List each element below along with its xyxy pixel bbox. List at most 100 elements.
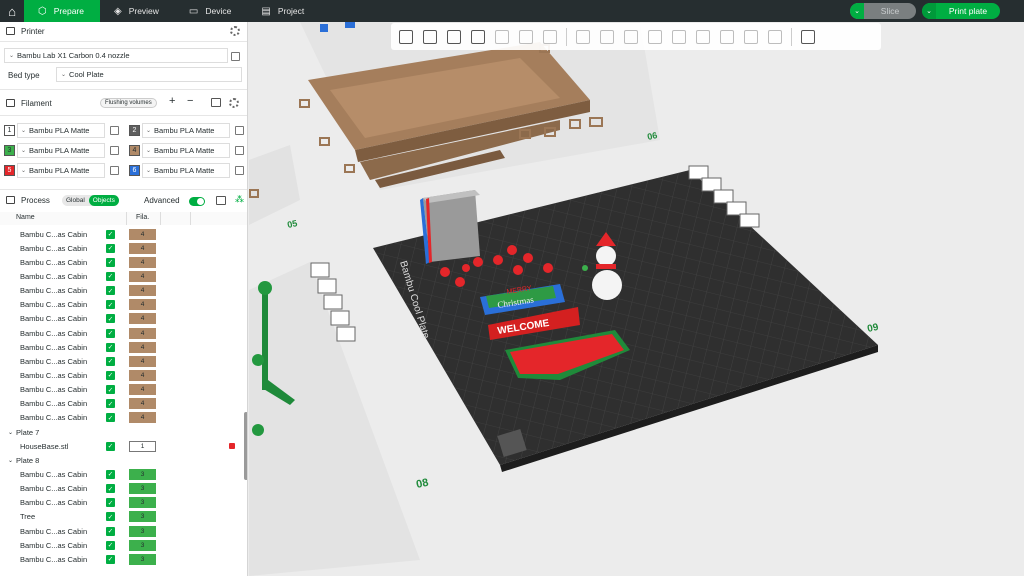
paste-icon[interactable] (515, 26, 537, 48)
visible-checkbox[interactable]: ✓ (106, 469, 115, 479)
edit-icon[interactable] (231, 52, 240, 61)
object-filament[interactable]: 3 (129, 497, 156, 509)
seam-paint-icon[interactable] (716, 26, 738, 48)
plate-group[interactable]: ⌄ Plate 8 (0, 453, 244, 467)
object-row[interactable]: Bambu C...as Cabin ✓ 4 (0, 383, 244, 397)
edit-icon[interactable] (110, 146, 119, 155)
object-filament[interactable]: 3 (129, 483, 156, 495)
list-icon[interactable] (216, 196, 226, 205)
plate-group[interactable]: ⌄ Plate 7 (0, 425, 244, 439)
object-filament[interactable]: 4 (129, 256, 156, 268)
remove-filament-icon[interactable]: − (187, 95, 193, 107)
visible-checkbox[interactable]: ✓ (106, 399, 115, 409)
lock-icon[interactable] (229, 443, 235, 450)
chevron-down-icon[interactable]: ⌄ (850, 3, 864, 19)
visible-checkbox[interactable]: ✓ (106, 526, 115, 536)
sync-ams-icon[interactable] (211, 98, 221, 107)
filament-select[interactable]: ⌄ Bambu PLA Matte (17, 123, 105, 138)
filament-number-badge[interactable]: 4 (129, 145, 140, 156)
object-row[interactable]: Bambu C...as Cabin ✓ 4 (0, 284, 244, 298)
objects-option[interactable]: Objects (88, 195, 119, 206)
object-row[interactable]: Bambu C...as Cabin ✓ 4 (0, 340, 244, 354)
object-filament[interactable]: 4 (129, 355, 156, 367)
visible-checkbox[interactable]: ✓ (106, 271, 115, 281)
object-filament[interactable]: 4 (129, 270, 156, 282)
tab-preview[interactable]: ◈ Preview (100, 0, 175, 22)
visible-checkbox[interactable]: ✓ (106, 243, 115, 253)
filament-slot-2[interactable]: 2 ⌄ Bambu PLA Matte (129, 123, 244, 138)
object-filament[interactable]: 4 (129, 228, 156, 240)
cut-icon[interactable] (668, 26, 690, 48)
object-filament[interactable]: 3 (129, 525, 156, 537)
object-filament[interactable]: 4 (129, 313, 156, 325)
advanced-toggle[interactable] (189, 197, 205, 206)
edit-icon[interactable] (235, 166, 244, 175)
object-row[interactable]: Bambu C...as Cabin ✓ 4 (0, 411, 244, 425)
object-row[interactable]: Bambu C...as Cabin ✓ 3 (0, 552, 244, 566)
visible-checkbox[interactable]: ✓ (106, 512, 115, 522)
object-row[interactable]: Bambu C...as Cabin ✓ 4 (0, 354, 244, 368)
tab-prepare[interactable]: ⬡ Prepare (24, 0, 100, 22)
support-paint-icon[interactable] (692, 26, 714, 48)
slice-button[interactable]: ⌄ Slice (850, 3, 916, 19)
edit-icon[interactable] (110, 126, 119, 135)
visible-checkbox[interactable]: ✓ (106, 257, 115, 267)
lay-on-face-icon[interactable] (644, 26, 666, 48)
visible-checkbox[interactable]: ✓ (106, 370, 115, 380)
filament-slot-1[interactable]: 1 ⌄ Bambu PLA Matte (4, 123, 119, 138)
print-plate-button[interactable]: ⌄ Print plate (922, 3, 1000, 19)
object-row[interactable]: Bambu C...as Cabin ✓ 4 (0, 397, 244, 411)
filament-select[interactable]: ⌄ Bambu PLA Matte (142, 143, 230, 158)
global-option[interactable]: Global (62, 195, 89, 206)
filament-slot-5[interactable]: 5 ⌄ Bambu PLA Matte (4, 163, 119, 178)
filament-select[interactable]: ⌄ Bambu PLA Matte (142, 123, 230, 138)
object-filament[interactable]: 4 (129, 412, 156, 424)
visible-checkbox[interactable]: ✓ (106, 229, 115, 239)
filament-select[interactable]: ⌄ Bambu PLA Matte (142, 163, 230, 178)
filament-number-badge[interactable]: 6 (129, 165, 140, 176)
visible-checkbox[interactable]: ✓ (106, 441, 115, 451)
bed-type-select[interactable]: ⌄ Cool Plate (56, 67, 242, 82)
gear-icon[interactable] (229, 98, 239, 108)
visible-checkbox[interactable]: ✓ (106, 484, 115, 494)
layout-icon[interactable]: ⁂ (235, 194, 244, 205)
object-row[interactable]: HouseBase.stl ✓ 1 (0, 439, 244, 453)
edit-icon[interactable] (110, 166, 119, 175)
filament-slot-6[interactable]: 6 ⌄ Bambu PLA Matte (129, 163, 244, 178)
object-filament[interactable]: 3 (129, 539, 156, 551)
filament-number-badge[interactable]: 1 (4, 125, 15, 136)
chevron-down-icon[interactable]: ⌄ (8, 429, 13, 436)
gear-icon[interactable] (230, 26, 240, 36)
visible-checkbox[interactable]: ✓ (106, 413, 115, 423)
edit-icon[interactable] (235, 126, 244, 135)
layers-icon[interactable] (539, 26, 561, 48)
home-icon[interactable]: ⌂ (0, 0, 24, 22)
chevron-down-icon[interactable]: ⌄ (8, 457, 13, 464)
move-icon[interactable] (572, 26, 594, 48)
visible-checkbox[interactable]: ✓ (106, 314, 115, 324)
visible-checkbox[interactable]: ✓ (106, 540, 115, 550)
orient-icon[interactable] (443, 26, 465, 48)
rotate-icon[interactable] (596, 26, 618, 48)
object-row[interactable]: Tree ✓ 3 (0, 510, 244, 524)
filament-number-badge[interactable]: 2 (129, 125, 140, 136)
object-filament[interactable]: 3 (129, 553, 156, 565)
process-scope-toggle[interactable]: Global Objects (62, 195, 119, 206)
3d-viewport[interactable]: Christmas MERRY WELCOME Bambu Cool Plate… (249, 22, 1024, 576)
object-row[interactable]: Bambu C...as Cabin ✓ 4 (0, 312, 244, 326)
scrollbar[interactable] (244, 412, 247, 480)
tab-device[interactable]: ▭ Device (175, 0, 247, 22)
object-filament[interactable]: 4 (129, 398, 156, 410)
visible-checkbox[interactable]: ✓ (106, 342, 115, 352)
object-filament[interactable]: 3 (129, 511, 156, 523)
visible-checkbox[interactable]: ✓ (106, 385, 115, 395)
object-row[interactable]: Bambu C...as Cabin ✓ 3 (0, 496, 244, 510)
filament-select[interactable]: ⌄ Bambu PLA Matte (17, 143, 105, 158)
printer-select[interactable]: ⌄ Bambu Lab X1 Carbon 0.4 nozzle (4, 48, 228, 63)
color-paint-icon[interactable] (764, 26, 786, 48)
filament-slot-3[interactable]: 3 ⌄ Bambu PLA Matte (4, 143, 119, 158)
copy-icon[interactable] (491, 26, 513, 48)
visible-checkbox[interactable]: ✓ (106, 328, 115, 338)
grid-icon[interactable] (419, 26, 441, 48)
object-filament[interactable]: 4 (129, 384, 156, 396)
